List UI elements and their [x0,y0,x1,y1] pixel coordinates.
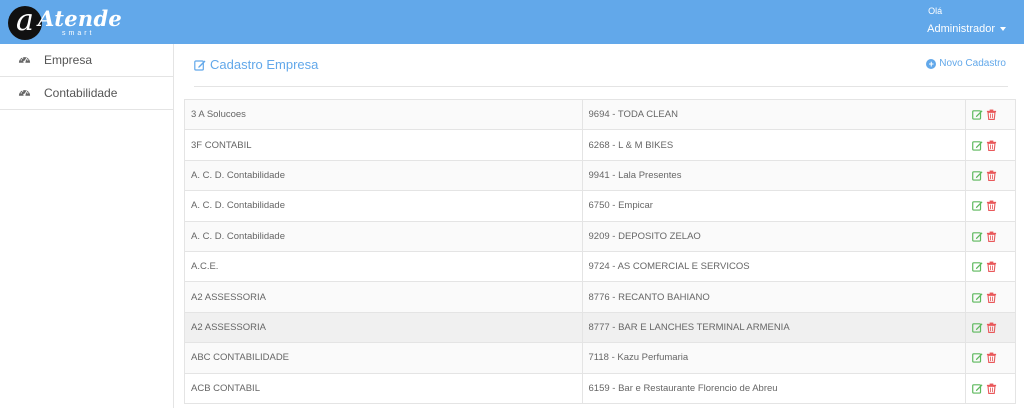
cell-actions [965,311,1016,344]
cell-actions [965,281,1016,313]
edit-icon[interactable] [972,170,983,181]
sidebar-item-empresa[interactable]: Empresa [0,44,173,77]
user-name: Administrador [927,23,995,35]
trash-icon[interactable] [986,383,997,394]
cell-contabilidade: 3 A Solucoes [184,98,583,131]
new-record-label: Novo Cadastro [939,58,1006,69]
cell-contabilidade: A.C.E. [184,250,583,283]
main-content: Cadastro Empresa + Novo Cadastro 3 A Solu… [174,44,1024,408]
user-greeting: Olá [928,6,943,16]
cell-actions [965,250,1016,283]
cell-empresa: 6750 - Empicar [581,190,967,222]
cell-empresa: 6159 - Bar e Restaurante Florencio de Ab… [581,372,967,404]
edit-icon[interactable] [972,292,983,303]
caret-down-icon [1000,27,1006,32]
company-table: 3 A Solucoes 9694 - TODA CLEAN 3F CONTABIL… [184,98,1016,404]
cell-contabilidade: A. C. D. Contabilidade [184,190,583,222]
sidebar: Empresa Contabilidade [0,44,174,408]
cell-empresa: 6268 - L & M BIKES [581,129,967,161]
table-row[interactable]: 3F CONTABIL 6268 - L & M BIKES [184,129,1016,161]
cell-empresa: 8777 - BAR E LANCHES TERMINAL ARMENIA [581,311,967,344]
trash-icon[interactable] [986,231,997,242]
cell-contabilidade: A. C. D. Contabilidade [184,159,583,192]
cell-empresa: 9941 - Lala Presentes [581,159,967,192]
trash-icon[interactable] [986,322,997,333]
trash-icon[interactable] [986,170,997,181]
table-row[interactable]: ABC CONTABILIDADE 7118 - Kazu Perfumaria [184,342,1016,374]
cell-empresa: 9209 - DEPOSITO ZELAO [581,220,967,252]
page-title-text: Cadastro Empresa [210,57,319,72]
cell-actions [965,342,1016,374]
cell-empresa: 8776 - RECANTO BAHIANO [581,281,967,313]
dashboard-gauge-icon [18,90,31,96]
trash-icon[interactable] [986,352,997,364]
edit-icon[interactable] [972,261,983,272]
plus-circle-icon: + [926,59,937,69]
top-navbar: a Atende smart Olá Administrador [0,0,1024,44]
dashboard-gauge-icon [18,57,31,63]
edit-icon[interactable] [972,322,983,333]
trash-icon[interactable] [986,109,997,121]
trash-icon[interactable] [986,200,997,212]
table-row[interactable]: A. C. D. Contabilidade 6750 - Empicar [184,190,1016,222]
cell-contabilidade: ACB CONTABIL [184,372,583,404]
trash-icon[interactable] [986,292,997,303]
table-row[interactable]: A2 ASSESSORIA 8777 - BAR E LANCHES TERMIN… [184,311,1016,344]
cell-contabilidade: 3F CONTABIL [184,129,583,161]
logo-text: Atende [38,6,123,31]
edit-icon[interactable] [972,231,983,242]
cell-actions [965,220,1016,252]
user-menu[interactable]: Olá Administrador [927,6,1006,37]
edit-icon[interactable] [972,383,983,394]
logo-subtext: smart [62,30,95,37]
edit-icon [194,60,206,71]
sidebar-item-label: Contabilidade [44,86,118,100]
table-row[interactable]: 3 A Solucoes 9694 - TODA CLEAN [184,98,1016,131]
title-divider [194,86,1008,87]
cell-contabilidade: A2 ASSESSORIA [184,281,583,313]
sidebar-item-label: Empresa [44,53,93,67]
trash-icon[interactable] [986,261,997,273]
user-dropdown-toggle[interactable]: Administrador [927,23,1006,35]
cell-contabilidade: ABC CONTABILIDADE [184,342,583,374]
cell-actions [965,129,1016,161]
cell-contabilidade: A2 ASSESSORIA [184,311,583,344]
trash-icon[interactable] [986,140,997,151]
cell-empresa: 9724 - AS COMERCIAL E SERVICOS [581,250,967,283]
sidebar-item-contabilidade[interactable]: Contabilidade [0,77,173,110]
logo[interactable]: a Atende smart [8,4,122,40]
edit-icon[interactable] [972,109,983,120]
cell-empresa: 7118 - Kazu Perfumaria [581,342,967,374]
table-row[interactable]: A.C.E. 9724 - AS COMERCIAL E SERVICOS [184,250,1016,283]
edit-icon[interactable] [972,352,983,363]
cell-empresa: 9694 - TODA CLEAN [581,98,967,131]
cell-actions [965,98,1016,131]
cell-actions [965,159,1016,192]
cell-contabilidade: A. C. D. Contabilidade [184,220,583,252]
cell-actions [965,372,1016,404]
edit-icon[interactable] [972,200,983,212]
new-record-button[interactable]: + Novo Cadastro [926,58,1006,69]
logo-mark: a [8,6,42,40]
cell-actions [965,190,1016,222]
table-row[interactable]: A. C. D. Contabilidade 9941 - Lala Presen… [184,159,1016,192]
table-row[interactable]: A2 ASSESSORIA 8776 - RECANTO BAHIANO [184,281,1016,313]
table-row[interactable]: A. C. D. Contabilidade 9209 - DEPOSITO ZE… [184,220,1016,252]
page-title: Cadastro Empresa [194,57,318,72]
table-row[interactable]: ACB CONTABIL 6159 - Bar e Restaurante Flo… [184,372,1016,404]
edit-icon[interactable] [972,140,983,151]
